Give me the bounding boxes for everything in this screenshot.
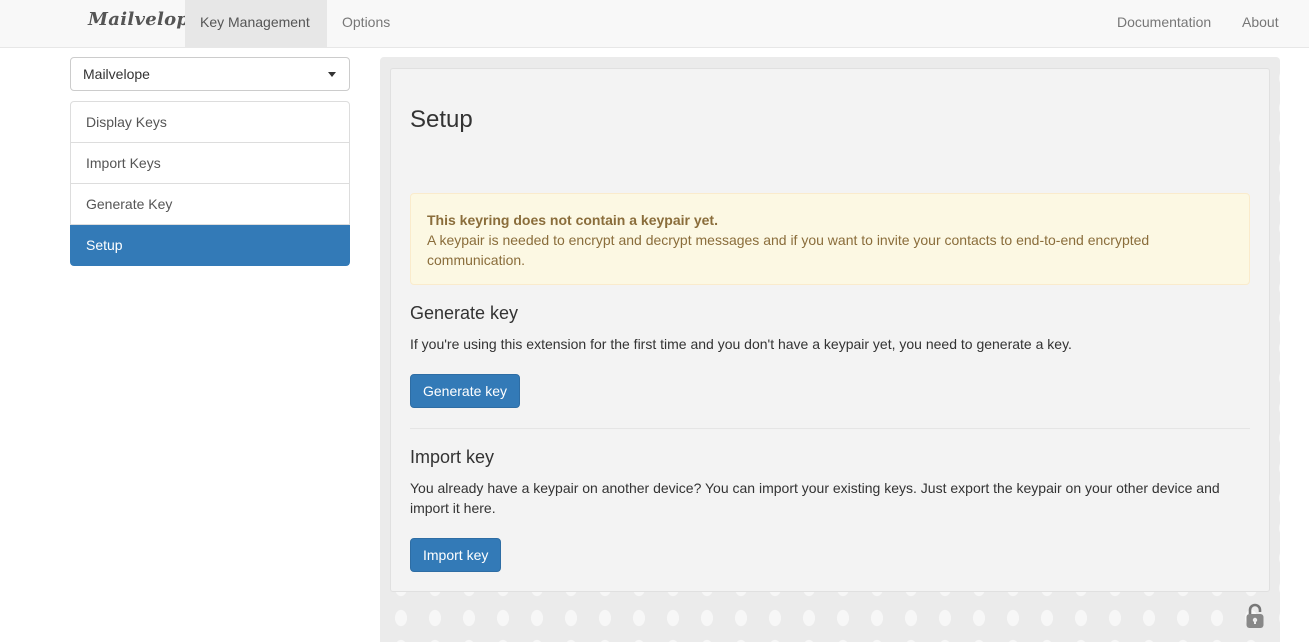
generate-key-description: If you're using this extension for the f… — [410, 336, 1072, 352]
section-divider — [410, 428, 1250, 429]
sidebar-item-import-keys[interactable]: Import Keys — [70, 143, 350, 184]
generate-key-button[interactable]: Generate key — [410, 374, 521, 408]
top-navbar: Mailvelope Key Management Options Docume… — [0, 0, 1309, 48]
sidebar-item-setup[interactable]: Setup — [70, 225, 350, 266]
alert-text: A keypair is needed to encrypt and decry… — [427, 232, 1150, 268]
import-key-heading: Import key — [410, 447, 495, 467]
nav-documentation[interactable]: Documentation — [1102, 0, 1226, 47]
warning-alert: This keyring does not contain a keypair … — [410, 193, 1250, 285]
nav-key-management[interactable]: Key Management — [185, 0, 327, 47]
sidebar-nav: Display Keys Import Keys Generate Key Se… — [70, 101, 350, 266]
import-key-description: You already have a keypair on another de… — [410, 480, 1220, 516]
nav-options[interactable]: Options — [327, 0, 405, 47]
sidebar-item-display-keys[interactable]: Display Keys — [70, 101, 350, 143]
import-key-button[interactable]: Import key — [410, 538, 502, 572]
keyring-select[interactable]: Mailvelope — [70, 57, 350, 91]
generate-key-heading: Generate key — [410, 303, 519, 323]
sidebar-item-generate-key[interactable]: Generate Key — [70, 184, 350, 225]
lock-open-icon[interactable] — [1245, 603, 1265, 629]
caret-down-icon — [328, 72, 336, 77]
nav-about[interactable]: About — [1227, 0, 1294, 47]
keyring-select-value: Mailvelope — [83, 66, 150, 82]
alert-heading: This keyring does not contain a keypair … — [427, 212, 718, 228]
page-title: Setup — [410, 106, 473, 133]
